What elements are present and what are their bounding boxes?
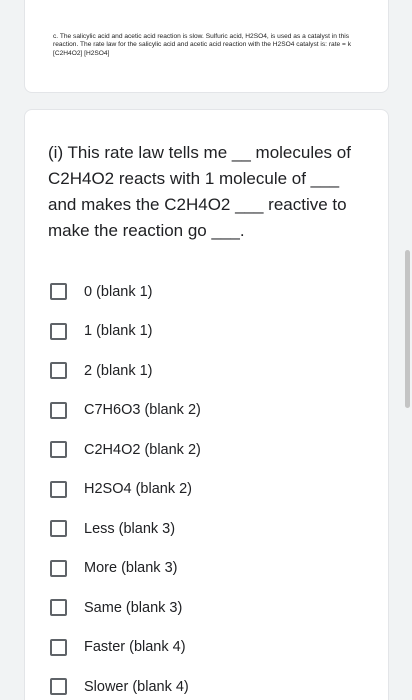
option-label: 2 (blank 1) xyxy=(84,362,153,379)
option-label: More (blank 3) xyxy=(84,560,178,577)
question-card: (i) This rate law tells me __ molecules … xyxy=(24,109,389,700)
question-text: (i) This rate law tells me __ molecules … xyxy=(48,143,351,240)
options-list: 0 (blank 1) 1 (blank 1) 2 (blank 1) C7H6… xyxy=(48,272,368,700)
scrollbar[interactable] xyxy=(405,250,410,408)
checkbox[interactable] xyxy=(50,362,67,380)
option-less-blank-3[interactable]: Less (blank 3) xyxy=(48,509,368,549)
context-card: c. The salicylic acid and acetic acid re… xyxy=(24,0,389,93)
option-label: C7H6O3 (blank 2) xyxy=(84,402,201,419)
option-label: 1 (blank 1) xyxy=(84,323,153,340)
checkbox[interactable] xyxy=(50,283,67,301)
option-label: Faster (blank 4) xyxy=(84,639,186,656)
checkbox[interactable] xyxy=(50,401,67,419)
option-label: Slower (blank 4) xyxy=(84,678,189,695)
option-h2so4-blank-2[interactable]: H2SO4 (blank 2) xyxy=(48,470,368,510)
option-label: C2H4O2 (blank 2) xyxy=(84,441,201,458)
option-c2h4o2-blank-2[interactable]: C2H4O2 (blank 2) xyxy=(48,430,368,470)
context-text: c. The salicylic acid and acetic acid re… xyxy=(53,33,352,57)
option-1-blank-1[interactable]: 1 (blank 1) xyxy=(48,312,368,352)
checkbox[interactable] xyxy=(50,441,67,459)
checkbox[interactable] xyxy=(50,322,67,340)
option-c7h6o3-blank-2[interactable]: C7H6O3 (blank 2) xyxy=(48,391,368,431)
option-faster-blank-4[interactable]: Faster (blank 4) xyxy=(48,628,368,668)
option-label: Less (blank 3) xyxy=(84,520,176,537)
page: c. The salicylic acid and acetic acid re… xyxy=(0,0,412,700)
checkbox[interactable] xyxy=(50,678,67,696)
option-label: Same (blank 3) xyxy=(84,599,183,616)
checkbox[interactable] xyxy=(50,599,67,617)
option-0-blank-1[interactable]: 0 (blank 1) xyxy=(48,272,368,312)
checkbox[interactable] xyxy=(50,559,67,577)
checkbox[interactable] xyxy=(50,638,67,656)
checkbox[interactable] xyxy=(50,480,67,498)
option-label: H2SO4 (blank 2) xyxy=(84,481,192,498)
option-slower-blank-4[interactable]: Slower (blank 4) xyxy=(48,667,368,700)
checkbox[interactable] xyxy=(50,520,67,538)
option-same-blank-3[interactable]: Same (blank 3) xyxy=(48,588,368,628)
option-label: 0 (blank 1) xyxy=(84,283,153,300)
option-2-blank-1[interactable]: 2 (blank 1) xyxy=(48,351,368,391)
option-more-blank-3[interactable]: More (blank 3) xyxy=(48,549,368,589)
